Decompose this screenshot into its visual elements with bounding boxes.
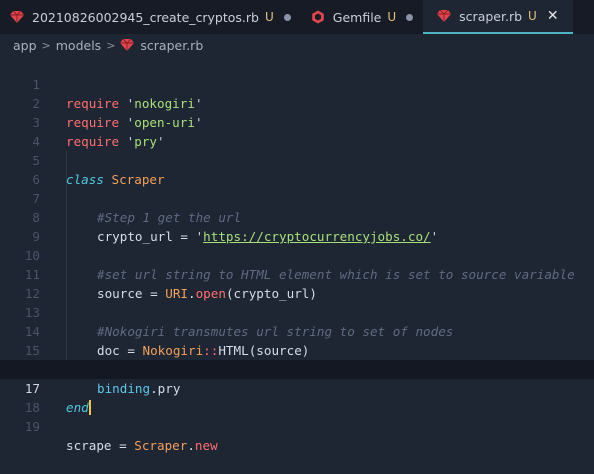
indent-guide (66, 227, 67, 246)
code-line[interactable]: 4 (0, 113, 594, 149)
modified-dot-icon[interactable] (283, 13, 291, 21)
indent-guide (66, 208, 67, 227)
code-line[interactable]: 14 (0, 303, 594, 339)
breadcrumb-item-file[interactable]: scraper.rb (140, 38, 203, 53)
code-line[interactable]: 6 #Step 1 get the url (0, 151, 594, 225)
code-line[interactable]: 13 doc = Nokogiri::HTML(source) (0, 284, 594, 358)
indent-guide (66, 303, 67, 322)
indent-guide (66, 170, 67, 189)
indent-guide (66, 189, 67, 208)
code-line[interactable]: 3 require 'pry' (0, 94, 594, 149)
tab-label: Gemfile (332, 9, 382, 25)
breadcrumb-item-models[interactable]: models (56, 38, 101, 53)
code-line[interactable]: 15 binding.pry (0, 322, 594, 396)
operator-token: = (111, 438, 135, 453)
code-line[interactable]: 1 require 'nokogiri' (0, 56, 594, 111)
tab-create-cryptos[interactable]: 20210826002945_create_cryptos.rb U (0, 0, 301, 34)
code-line[interactable]: 18 (0, 379, 594, 415)
tab-gemfile[interactable]: Gemfile U (301, 0, 423, 34)
git-status-badge: U (528, 9, 537, 23)
indent-guide (66, 284, 67, 303)
ruby-icon (120, 38, 135, 52)
indent-guide (66, 341, 67, 360)
indent-guide (66, 322, 67, 341)
code-line[interactable]: 16 (0, 341, 594, 377)
breadcrumb-item-app[interactable]: app (13, 38, 37, 53)
ruby-icon (10, 10, 24, 24)
editor-tab-bar: 20210826002945_create_cryptos.rb U Gemfi… (0, 0, 594, 34)
breadcrumb-separator: > (41, 38, 51, 52)
variable-token: scrape (66, 438, 112, 453)
code-editor[interactable]: 1 require 'nokogiri' 2 require 'open-uri… (0, 56, 594, 453)
code-line[interactable]: 10 source = URI.open(crypto_url) (0, 227, 594, 301)
git-status-badge: U (387, 10, 397, 24)
code-line[interactable]: 19 scrape = Scraper.new (0, 398, 594, 453)
constant-token: Scraper (134, 438, 188, 453)
code-line[interactable]: 12 #Nokogiri transmutes url string to se… (0, 265, 594, 339)
code-line[interactable]: 5 class Scraper (0, 132, 594, 187)
code-line[interactable]: 8 (0, 189, 594, 225)
dot-token: . (187, 438, 195, 453)
tab-scraper[interactable]: scraper.rb U ✕ (423, 0, 573, 34)
line-number: 19 (24, 419, 40, 434)
code-line[interactable]: 2 require 'open-uri' (0, 75, 594, 130)
indent-guide (66, 151, 67, 170)
code-line[interactable]: 7 crypto_url = 'https://cryptocurrencyjo… (0, 170, 594, 244)
indent-guide (66, 246, 67, 265)
code-line[interactable]: 11 (0, 246, 594, 282)
method-token: new (194, 438, 218, 453)
breadcrumb: app > models > scraper.rb (0, 34, 594, 56)
git-status-badge: U (264, 10, 274, 24)
code-text: scrape = Scraper.new (66, 436, 218, 455)
modified-dot-icon[interactable] (406, 13, 414, 21)
indent-guide (66, 265, 67, 284)
gem-icon (311, 10, 325, 24)
code-line[interactable]: 9 #set url string to HTML element which … (0, 208, 594, 282)
breadcrumb-separator: > (106, 38, 116, 52)
tab-label: 20210826002945_create_cryptos.rb (32, 9, 259, 25)
ruby-icon (437, 9, 452, 23)
close-icon[interactable]: ✕ (547, 8, 559, 24)
code-line-current[interactable]: 17 end (0, 360, 594, 415)
tab-label: scraper.rb (459, 8, 523, 24)
